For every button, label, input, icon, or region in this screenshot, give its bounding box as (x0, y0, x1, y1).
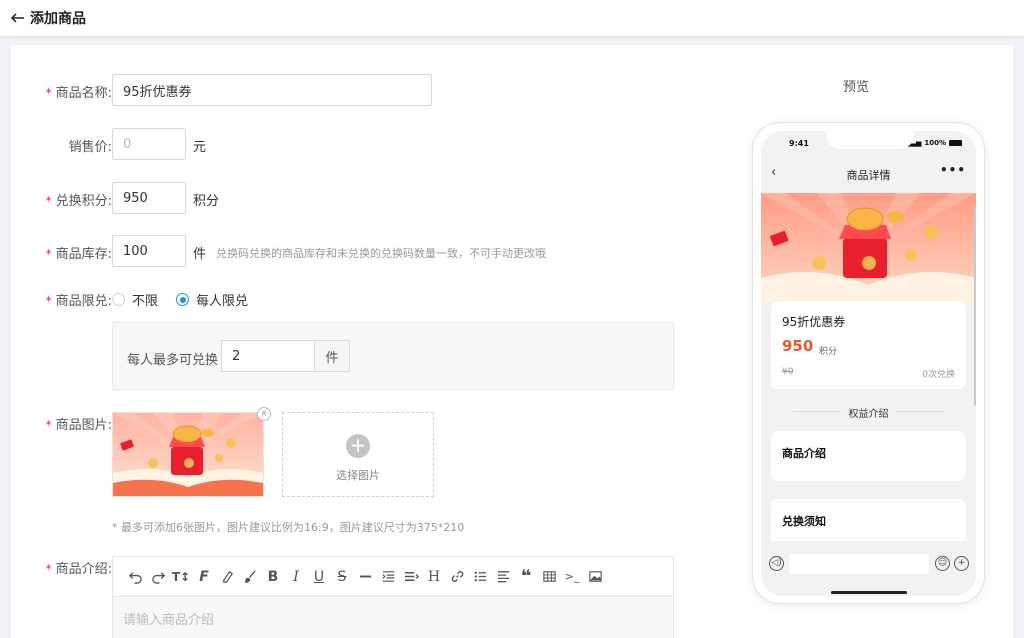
per-person-label: 每人最多可兑换 (127, 353, 219, 368)
quote-icon[interactable]: ❝ (516, 566, 536, 587)
required-mark: * (45, 194, 52, 208)
preview-scrollbar[interactable] (974, 206, 976, 406)
required-mark: * (45, 294, 52, 308)
brush-icon[interactable] (240, 567, 260, 587)
price-input[interactable]: 0 (112, 128, 186, 160)
font-family-icon[interactable]: F (194, 567, 214, 587)
top-bar: 添加商品 (0, 0, 1024, 37)
radio-circle (112, 293, 125, 306)
radio-unlimited[interactable]: 不限 (112, 290, 158, 309)
table-icon[interactable] (539, 567, 559, 587)
voice-icon[interactable]: ◁) (769, 556, 784, 571)
status-right: ▂▃▅ 100% (905, 139, 962, 147)
required-mark: * (45, 418, 52, 432)
stock-label: * 商品库存: (45, 247, 112, 262)
status-time: 9:41 (789, 139, 809, 148)
preview-section-title: 权益介绍 (848, 409, 889, 420)
strikethrough-icon[interactable]: S (332, 567, 352, 587)
phone-screen: 9:41 ▂▃▅ 100% ‹ 商品详情 ••• 95折优惠券 950 积分 ¥… (761, 131, 976, 596)
rich-text-editor: T↕ F B I U S H ❝ >_ 请输入商品介绍 (112, 556, 674, 638)
preview-navbar: ‹ 商品详情 ••• (761, 157, 976, 191)
product-image-thumb[interactable]: × (112, 407, 271, 497)
list-icon[interactable] (470, 567, 490, 587)
price-unit: 元 (193, 140, 207, 155)
align-icon[interactable] (493, 567, 513, 587)
name-input[interactable]: 95折优惠券 (112, 74, 432, 106)
points-unit: 积分 (193, 194, 220, 209)
preview-product-name: 95折优惠券 (782, 315, 846, 329)
battery-icon (949, 140, 962, 146)
section-divider-right (896, 411, 944, 412)
stock-hint: 兑换码兑换的商品库存和未兑换的兑换码数量一致，不可手动更改哦 (216, 247, 546, 260)
highlight-icon[interactable] (217, 567, 237, 587)
underline-icon[interactable]: U (309, 567, 329, 587)
preview-banner-image (761, 193, 976, 303)
font-size-icon[interactable]: T↕ (171, 567, 191, 587)
remove-image-icon[interactable]: × (257, 407, 271, 421)
limit-label: * 商品限兑: (45, 294, 112, 309)
bold-icon[interactable]: B (263, 567, 283, 587)
stock-unit: 件 (193, 247, 207, 262)
more-icon[interactable]: ••• (940, 163, 966, 177)
preview-points-unit: 积分 (819, 347, 838, 357)
per-person-limit-box: 每人最多可兑换 2 件 (112, 322, 674, 390)
battery-text: 100% (924, 139, 946, 147)
arrow-left-icon (10, 13, 24, 23)
product-image (113, 413, 263, 496)
radio-circle-checked (176, 293, 189, 306)
preview-message-input[interactable] (789, 554, 929, 574)
indent-icon[interactable] (378, 567, 398, 587)
heading-icon[interactable]: H (424, 567, 444, 587)
preview-title: 预览 (843, 80, 870, 95)
points-label: * 兑换积分: (45, 194, 112, 209)
redo-icon[interactable] (148, 567, 168, 587)
line-height-icon[interactable] (401, 567, 421, 587)
intro-label: * 商品介绍: (45, 562, 112, 577)
editor-body[interactable]: 请输入商品介绍 (113, 598, 673, 638)
preview-intro-box: 商品介绍 (771, 431, 966, 481)
plus-icon: + (346, 434, 370, 458)
required-mark: * (45, 86, 52, 100)
phone-notch (826, 131, 914, 149)
preview-original-price: ¥0 (782, 367, 794, 377)
code-icon[interactable]: >_ (562, 567, 582, 587)
images-label: * 商品图片: (45, 418, 112, 433)
link-icon[interactable] (447, 567, 467, 587)
upload-label: 选择图片 (336, 469, 380, 482)
horizontal-rule-icon[interactable] (355, 567, 375, 587)
preview-intro-heading: 商品介绍 (782, 447, 826, 460)
plus-circle-icon[interactable]: + (954, 556, 969, 571)
price-label: 销售价: (68, 140, 112, 155)
phone-preview: 9:41 ▂▃▅ 100% ‹ 商品详情 ••• 95折优惠券 950 积分 ¥… (752, 122, 985, 604)
page-title: 添加商品 (30, 11, 86, 27)
preview-product-card: 95折优惠券 950 积分 ¥0 0次兑换 (771, 301, 966, 389)
per-person-input[interactable]: 2 (221, 340, 315, 372)
required-mark: * (45, 247, 52, 261)
image-icon[interactable] (585, 567, 605, 587)
editor-placeholder: 请输入商品介绍 (123, 613, 215, 628)
upload-image-button[interactable]: + 选择图片 (282, 412, 434, 497)
undo-icon[interactable] (125, 567, 145, 587)
preview-points: 950 (782, 337, 814, 355)
preview-input-bar: ◁) ☺ + (761, 541, 976, 596)
per-person-unit: 件 (314, 340, 350, 372)
editor-toolbar: T↕ F B I U S H ❝ >_ (113, 557, 673, 597)
points-input[interactable]: 950 (112, 182, 186, 214)
required-mark: * (45, 562, 52, 576)
italic-icon[interactable]: I (286, 567, 306, 587)
home-indicator (831, 591, 907, 594)
back-button[interactable]: 添加商品 (10, 8, 86, 28)
preview-redeem-count: 0次兑换 (922, 370, 955, 380)
preview-notice-heading: 兑换须知 (782, 515, 826, 528)
name-label: * 商品名称: (45, 86, 112, 101)
stock-input[interactable]: 100 (112, 235, 186, 267)
radio-per-person[interactable]: 每人限兑 (176, 290, 248, 309)
emoji-icon[interactable]: ☺ (935, 556, 950, 571)
images-hint: * 最多可添加6张图片，图片建议比例为16:9，图片建议尺寸为375*210 (112, 521, 465, 534)
